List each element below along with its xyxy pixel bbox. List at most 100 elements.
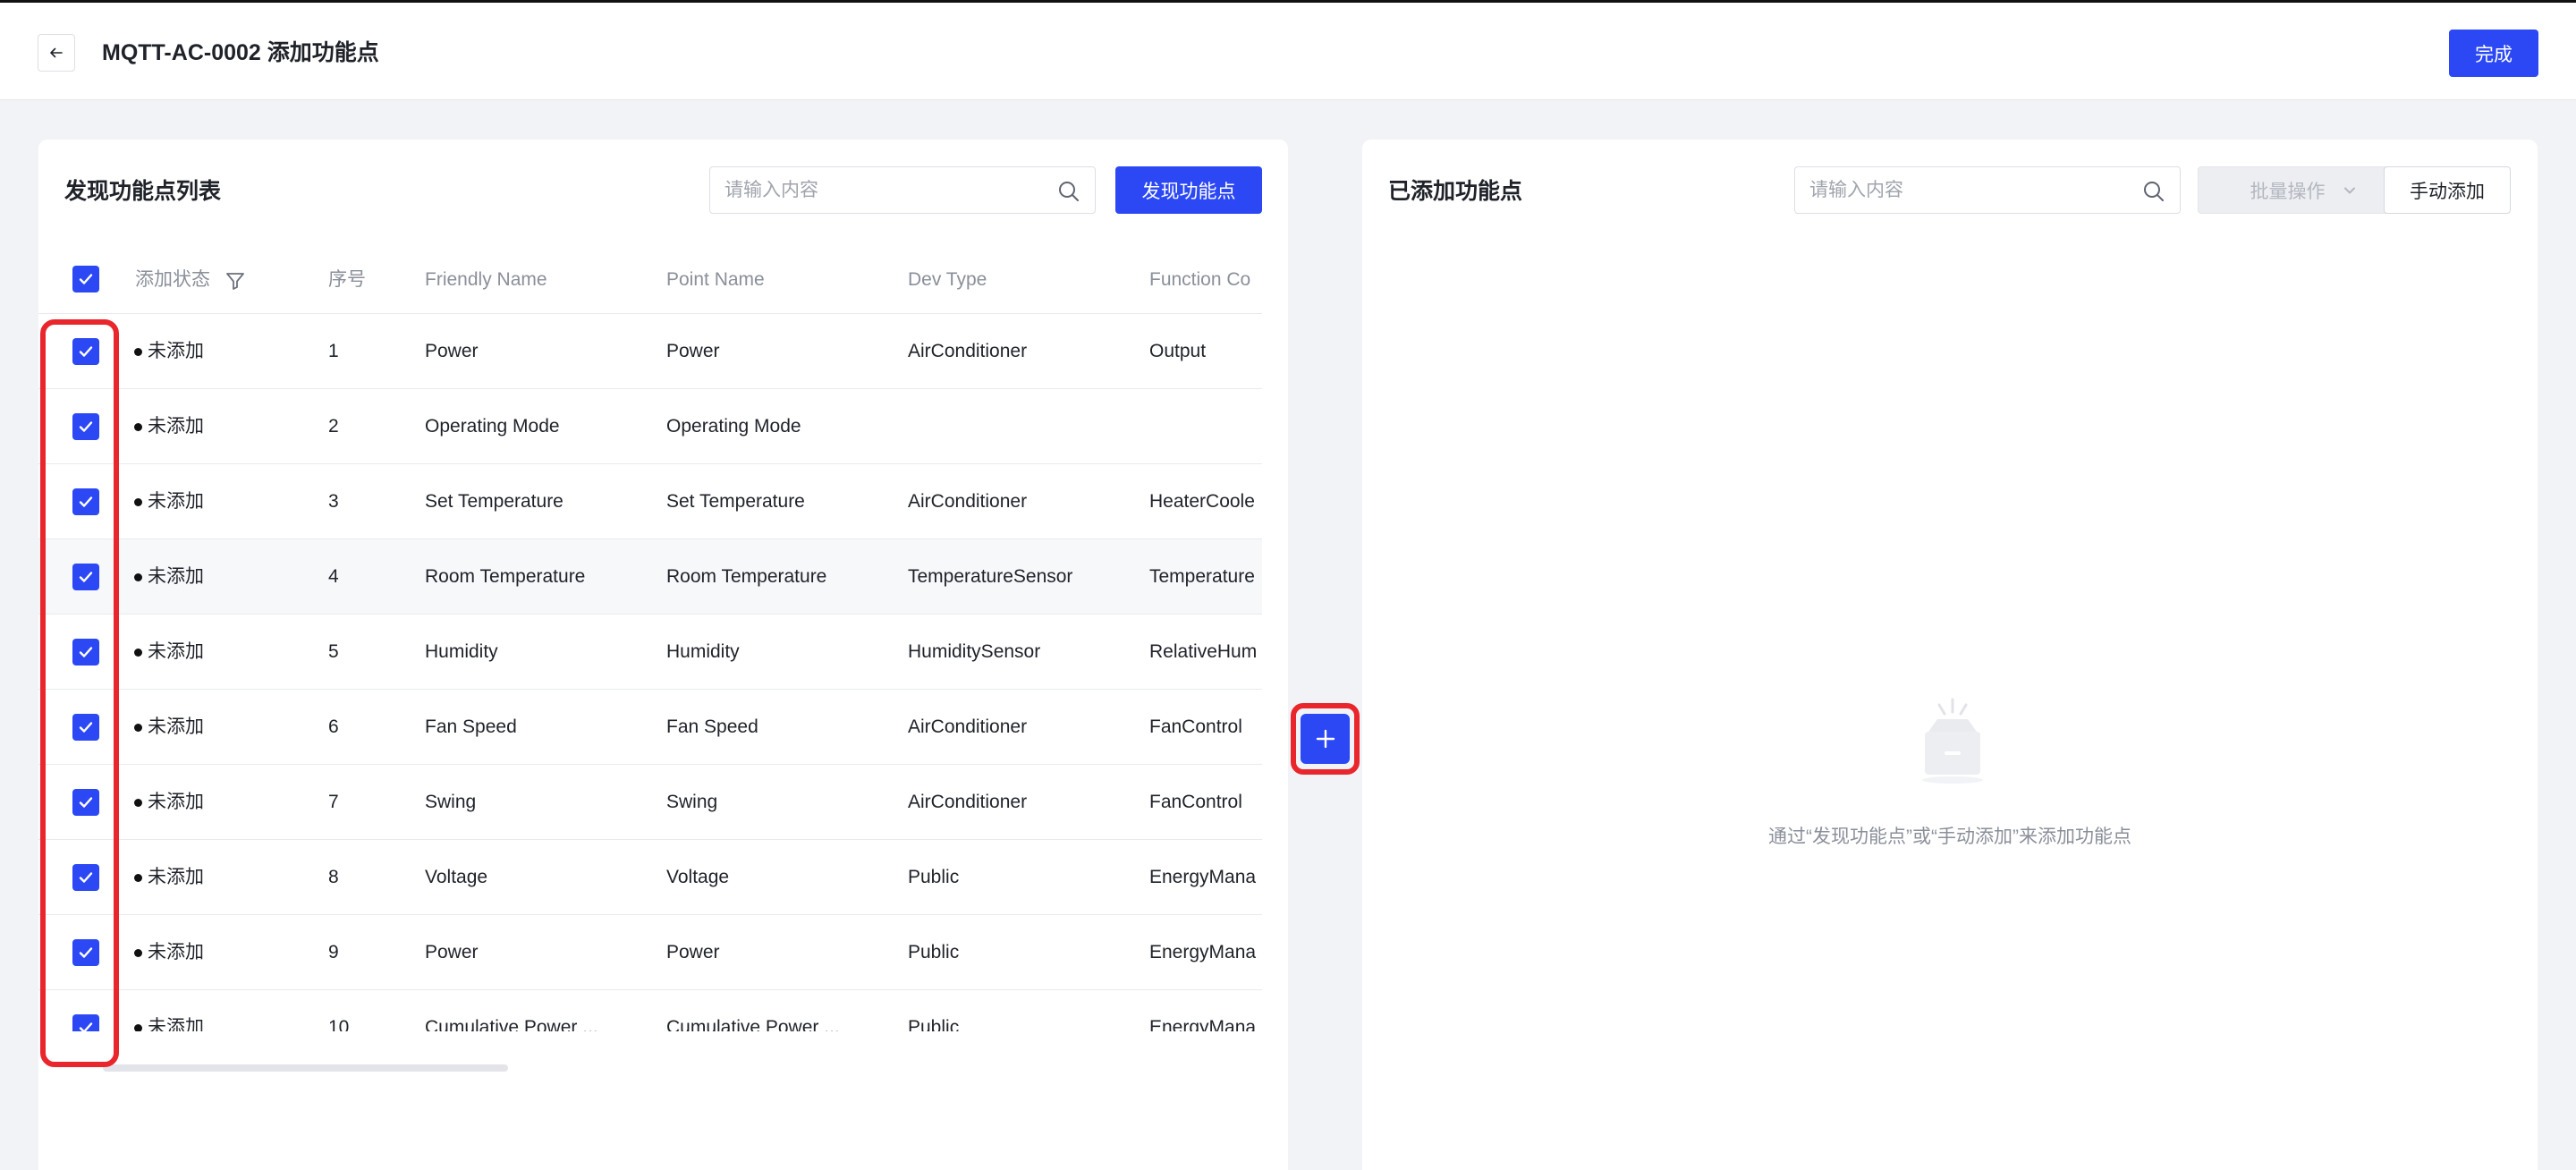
batch-operation-label: 批量操作 — [2250, 181, 2326, 202]
discover-points-button[interactable]: 发现功能点 — [1115, 166, 1262, 214]
column-header-index: 序号 — [328, 269, 366, 290]
discovered-search — [709, 166, 1096, 214]
checkbox-column-highlight — [40, 319, 119, 1067]
done-button[interactable]: 完成 — [2449, 30, 2538, 77]
horizontal-scrollbar[interactable] — [103, 1064, 508, 1072]
table-row[interactable]: 未添加 7 Swing Swing AirConditioner FanControl — [38, 765, 1262, 840]
table-row[interactable]: 未添加 3 Set Temperature Set Temperature AirCon… — [38, 464, 1262, 539]
point-name-cell: Cumulative Power ... — [666, 1017, 840, 1031]
friendly-name-cell: Operating Mode — [425, 416, 560, 437]
page-title: MQTT-AC-0002 添加功能点 — [102, 40, 379, 65]
index-cell: 4 — [328, 566, 339, 587]
point-name-cell: Fan Speed — [666, 716, 758, 737]
index-cell: 1 — [328, 341, 339, 361]
function-code-cell: FanControl — [1149, 716, 1242, 737]
friendly-name-cell: Fan Speed — [425, 716, 517, 737]
table-row[interactable]: 未添加 2 Operating Mode Operating Mode — [38, 389, 1262, 464]
status-cell: 未添加 — [134, 939, 204, 966]
function-code-cell: EnergyMana — [1149, 942, 1257, 962]
dev-type-cell: AirConditioner — [908, 792, 1028, 812]
status-dot — [134, 723, 142, 732]
table-row[interactable]: 未添加 1 Power Power AirConditioner Output — [38, 314, 1262, 389]
dev-type-cell: AirConditioner — [908, 341, 1028, 361]
table-row[interactable]: 未添加 6 Fan Speed Fan Speed AirConditioner FanC… — [38, 690, 1262, 765]
status-dot — [134, 347, 142, 356]
point-name-cell: Power — [666, 341, 720, 361]
point-name-cell: Power — [666, 942, 720, 962]
index-cell: 7 — [328, 792, 339, 812]
add-button-highlight — [1291, 703, 1360, 775]
status-dot — [134, 497, 142, 506]
friendly-name-cell: Cumulative Power ... — [425, 1017, 598, 1031]
manual-add-button[interactable]: 手动添加 — [2384, 166, 2511, 214]
dev-type-cell: Public — [908, 867, 960, 887]
friendly-name-cell: Power — [425, 341, 479, 361]
status-cell: 未添加 — [134, 488, 204, 515]
friendly-name-cell: Swing — [425, 792, 477, 812]
discovered-search-input[interactable] — [710, 167, 1095, 213]
point-name-cell: Set Temperature — [666, 491, 805, 512]
index-cell: 5 — [328, 641, 339, 662]
status-dot — [134, 422, 142, 431]
friendly-name-cell: Power — [425, 942, 479, 962]
status-cell: 未添加 — [134, 714, 204, 741]
point-name-cell: Humidity — [666, 641, 740, 662]
index-cell: 9 — [328, 942, 339, 962]
friendly-name-cell: Set Temperature — [425, 491, 564, 512]
function-code-cell: HeaterCoole — [1149, 491, 1255, 512]
table-row[interactable]: 未添加 10 Cumulative Power ... Cumulative Powe… — [38, 990, 1262, 1031]
function-code-cell: FanControl — [1149, 792, 1242, 812]
status-cell: 未添加 — [134, 338, 204, 365]
batch-operation-button[interactable]: 批量操作 — [2198, 166, 2410, 214]
status-dot — [134, 1023, 142, 1031]
filter-icon[interactable] — [225, 270, 246, 292]
table-row[interactable]: 未添加 4 Room Temperature Room Temperature Temp… — [38, 539, 1262, 615]
dev-type-cell: AirConditioner — [908, 716, 1028, 737]
status-text: 未添加 — [148, 867, 204, 887]
point-name-cell: Swing — [666, 792, 718, 812]
added-points-panel: 已添加功能点 批量操作 手动添加 通过“发现功能点”或“手动添加”来添加功能点 — [1362, 140, 2538, 1170]
index-cell: 3 — [328, 491, 339, 512]
status-text: 未添加 — [148, 416, 204, 437]
function-code-cell: Temperature — [1149, 566, 1255, 587]
discovered-points-title: 发现功能点列表 — [64, 179, 222, 204]
status-text: 未添加 — [148, 341, 204, 361]
status-text: 未添加 — [148, 566, 204, 587]
point-name-cell: Operating Mode — [666, 416, 801, 437]
table-row[interactable]: 未添加 8 Voltage Voltage Public EnergyMana — [38, 840, 1262, 915]
status-dot — [134, 572, 142, 581]
status-text: 未添加 — [148, 716, 204, 737]
table-row[interactable]: 未添加 5 Humidity Humidity HumiditySensor Relati… — [38, 615, 1262, 690]
point-name-cell: Voltage — [666, 867, 730, 887]
added-search — [1794, 166, 2181, 214]
index-cell: 8 — [328, 867, 339, 887]
function-code-cell: RelativeHum — [1149, 641, 1258, 662]
page-header: MQTT-AC-0002 添加功能点 完成 — [0, 0, 2576, 100]
function-code-cell: Output — [1149, 341, 1207, 361]
status-dot — [134, 873, 142, 882]
added-search-input[interactable] — [1795, 167, 2180, 213]
column-header-friendly-name: Friendly Name — [425, 269, 547, 290]
search-icon[interactable] — [2142, 180, 2165, 203]
search-icon[interactable] — [1057, 180, 1080, 203]
function-code-cell: EnergyMana — [1149, 867, 1257, 887]
table-row[interactable]: 未添加 9 Power Power Public EnergyMana — [38, 915, 1262, 990]
back-button[interactable] — [38, 34, 75, 72]
status-cell: 未添加 — [134, 1014, 204, 1031]
check-icon — [79, 274, 93, 284]
column-header-point-name: Point Name — [666, 269, 765, 290]
friendly-name-cell: Room Temperature — [425, 566, 586, 587]
status-text: 未添加 — [148, 942, 204, 962]
select-all-checkbox[interactable] — [72, 266, 99, 292]
column-header-dev-type: Dev Type — [908, 269, 987, 290]
status-dot — [134, 648, 142, 657]
status-text: 未添加 — [148, 641, 204, 662]
column-header-status: 添加状态 — [135, 269, 210, 290]
discovered-points-panel: 发现功能点列表 发现功能点 添加状态 序号 Friendly Name Poin… — [38, 140, 1288, 1170]
empty-box-icon — [1922, 698, 1983, 784]
status-dot — [134, 948, 142, 957]
back-arrow-icon — [50, 47, 63, 58]
status-text: 未添加 — [148, 792, 204, 812]
friendly-name-cell: Humidity — [425, 641, 498, 662]
point-name-cell: Room Temperature — [666, 566, 827, 587]
